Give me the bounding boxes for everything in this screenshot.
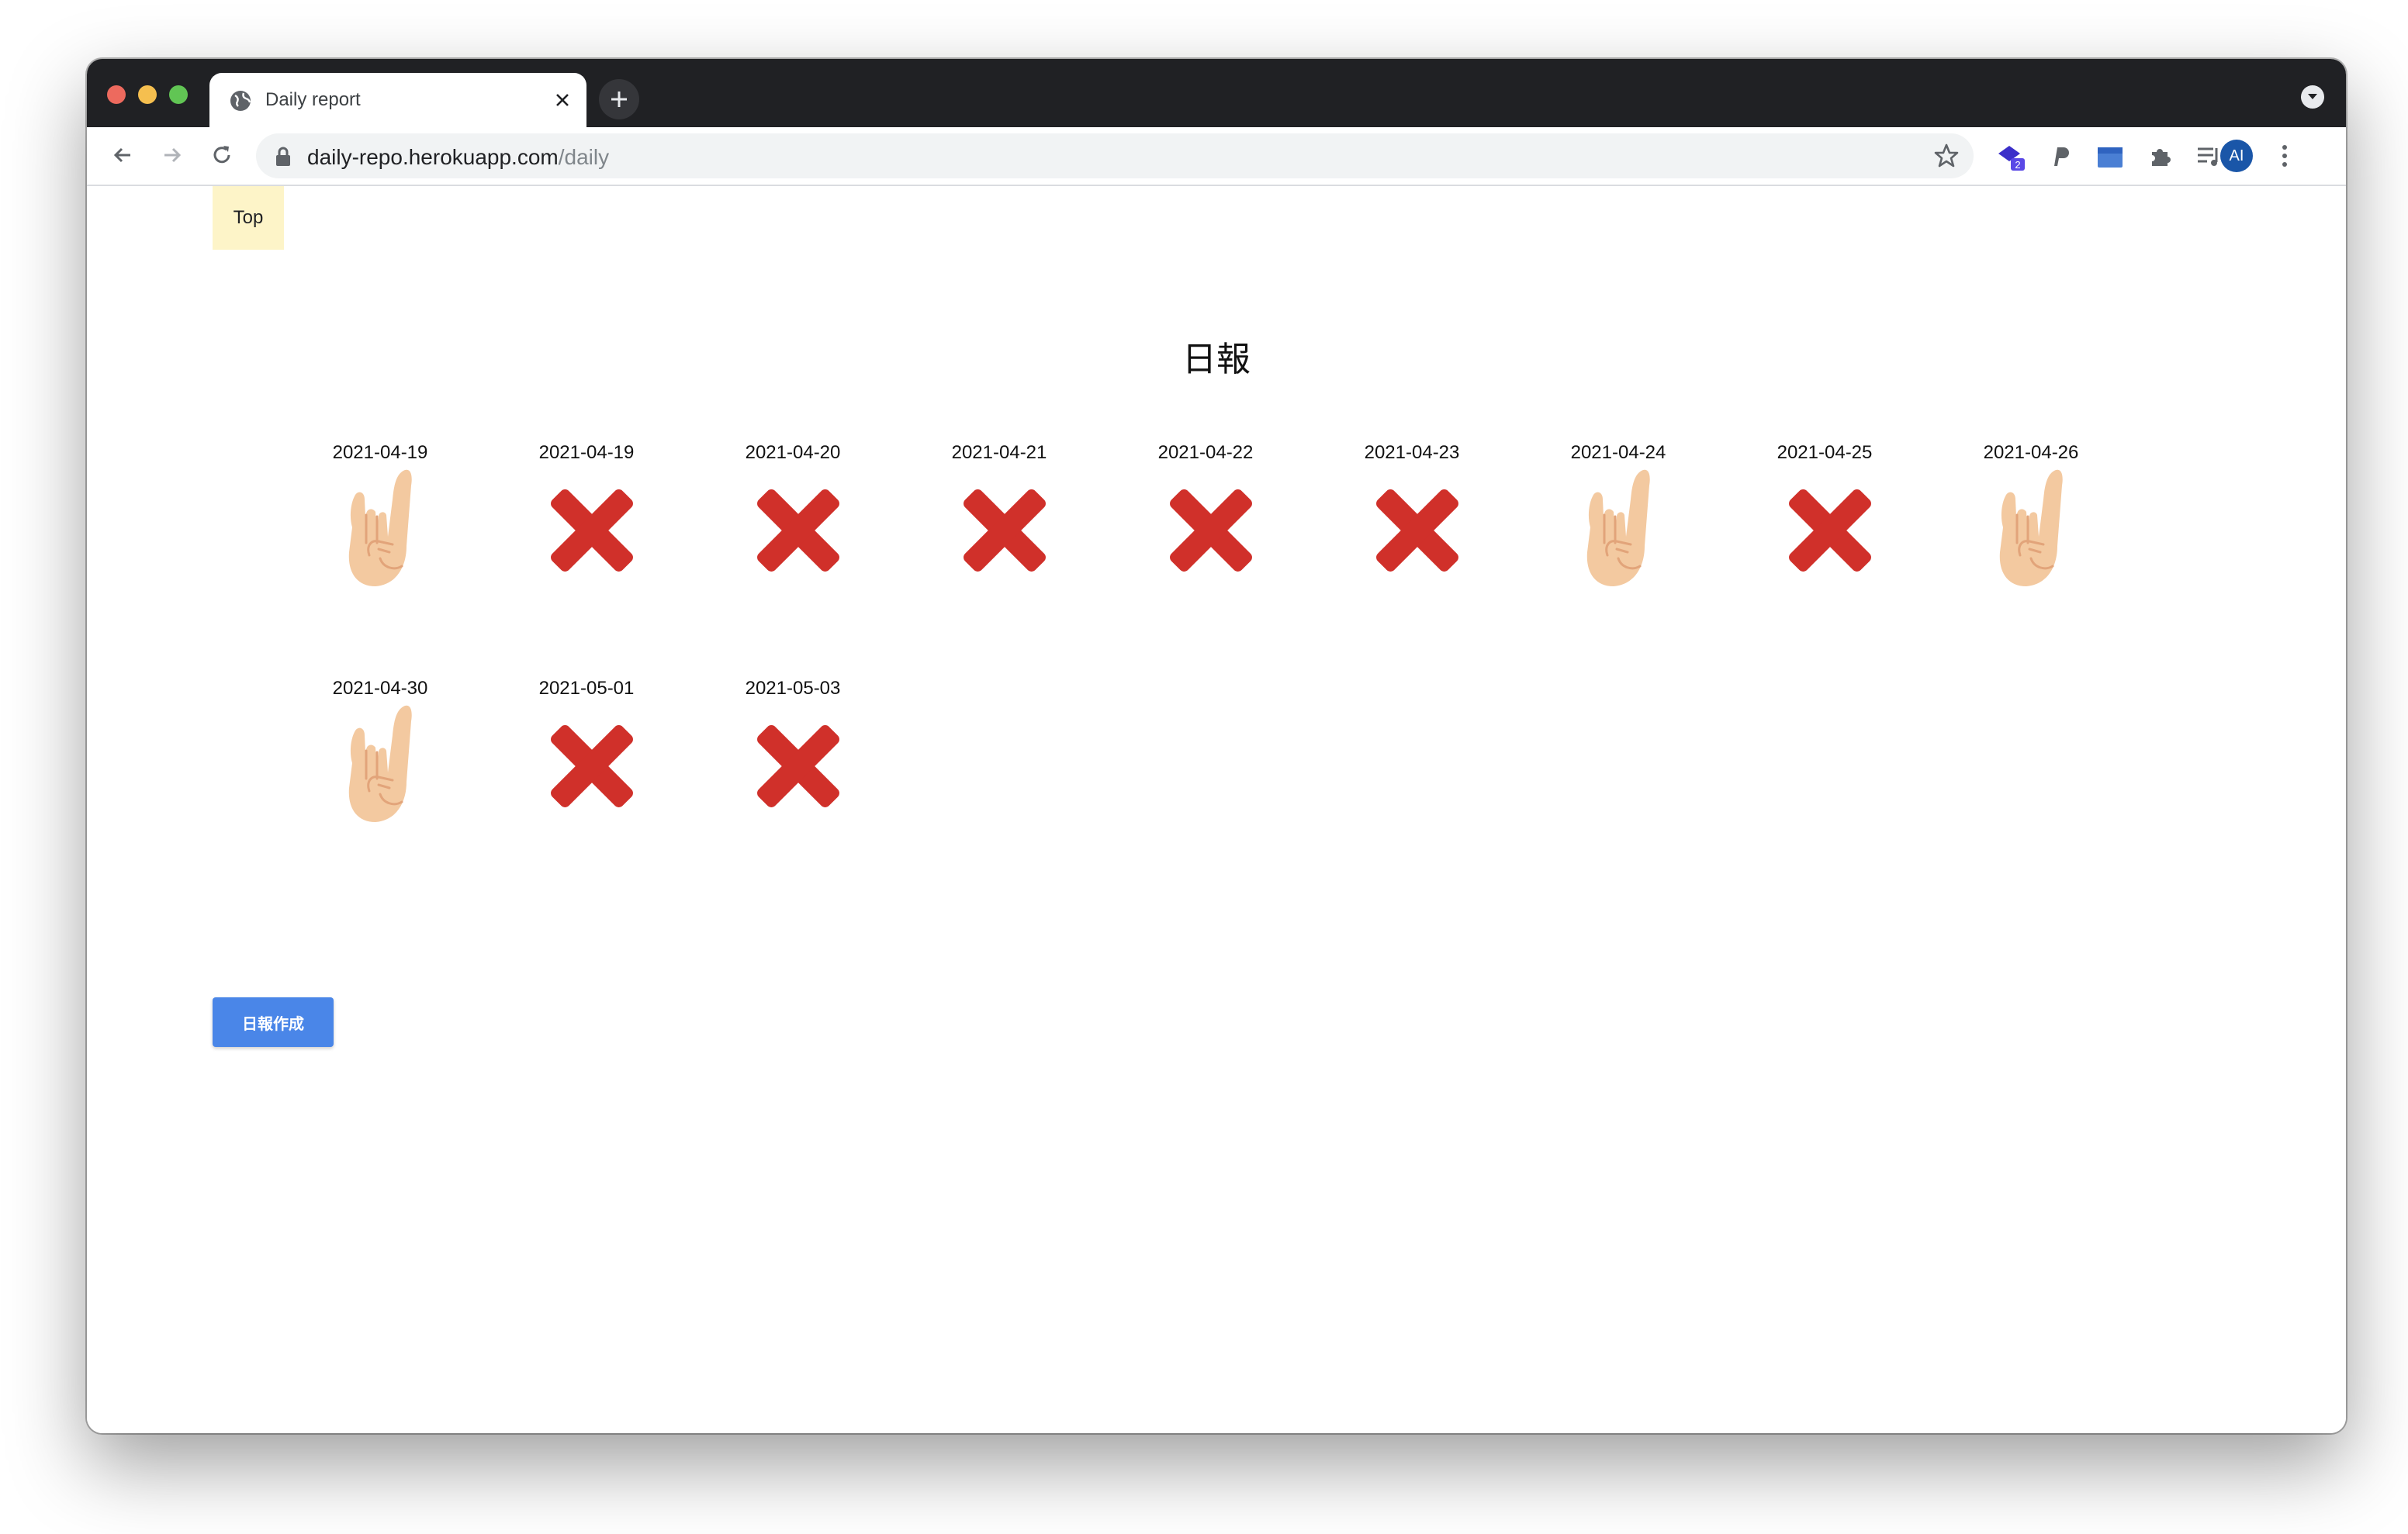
report-item[interactable]: 2021-04-26 — [1970, 442, 2177, 647]
chevron-down-icon[interactable] — [2301, 85, 2324, 109]
window-extension-icon[interactable] — [2095, 141, 2126, 172]
puzzle-icon[interactable] — [2144, 141, 2175, 172]
report-item[interactable]: 2021-05-01 — [526, 678, 732, 883]
back-icon[interactable] — [106, 138, 140, 172]
report-date: 2021-05-03 — [745, 678, 841, 699]
rock-on-hand-icon — [348, 469, 412, 586]
browser-toolbar: daily-repo.herokuapp.com/daily 2 AI — [87, 127, 2346, 186]
globe-icon — [230, 91, 251, 111]
forward-icon[interactable] — [155, 138, 189, 172]
minimize-window-button[interactable] — [138, 85, 157, 104]
report-date: 2021-04-21 — [951, 442, 1047, 463]
url-text: daily-repo.herokuapp.com/daily — [307, 145, 609, 170]
report-item[interactable]: 2021-04-30 — [320, 678, 526, 883]
report-date: 2021-04-19 — [538, 442, 635, 463]
report-date: 2021-05-01 — [538, 678, 635, 699]
rock-on-hand-icon — [1999, 469, 2063, 586]
cross-mark-icon — [757, 725, 839, 807]
report-date: 2021-04-20 — [745, 442, 841, 463]
cross-mark-icon — [1170, 489, 1252, 572]
report-item[interactable]: 2021-05-03 — [732, 678, 939, 883]
report-item[interactable]: 2021-04-20 — [732, 442, 939, 647]
report-date: 2021-04-24 — [1570, 442, 1666, 463]
page-content: Top 日報 2021-04-19 2021-04-19 2021-04-20 … — [87, 186, 2346, 1433]
report-item[interactable]: 2021-04-22 — [1145, 442, 1351, 647]
report-date: 2021-04-22 — [1157, 442, 1254, 463]
create-report-button[interactable]: 日報作成 — [213, 997, 334, 1047]
star-icon[interactable] — [1933, 143, 1960, 169]
url-host: daily-repo.herokuapp.com — [307, 145, 559, 169]
extension-icon[interactable]: 2 — [1995, 141, 2026, 172]
report-date: 2021-04-26 — [1983, 442, 2079, 463]
report-date: 2021-04-19 — [332, 442, 428, 463]
url-path: /daily — [558, 145, 610, 169]
cross-mark-icon — [1789, 489, 1871, 572]
report-grid: 2021-04-19 2021-04-19 2021-04-20 2021-04… — [320, 442, 2181, 883]
tab-title: Daily report — [265, 89, 361, 110]
cross-mark-icon — [551, 489, 633, 572]
avatar[interactable]: AI — [2220, 140, 2253, 172]
tab-daily-report[interactable]: Daily report — [209, 73, 586, 127]
cross-mark-icon — [757, 489, 839, 572]
reload-icon[interactable] — [205, 138, 239, 172]
cross-mark-icon — [1376, 489, 1458, 572]
report-date: 2021-04-23 — [1364, 442, 1460, 463]
report-item[interactable]: 2021-04-21 — [939, 442, 1145, 647]
report-item[interactable]: 2021-04-25 — [1764, 442, 1970, 647]
close-icon[interactable] — [551, 88, 574, 112]
rock-on-hand-icon — [348, 705, 412, 822]
report-date: 2021-04-25 — [1777, 442, 1873, 463]
more-icon[interactable] — [2273, 140, 2296, 172]
extension-badge: 2 — [2015, 159, 2020, 171]
plus-icon[interactable] — [599, 79, 639, 119]
top-link[interactable]: Top — [213, 186, 284, 250]
report-item[interactable]: 2021-04-23 — [1351, 442, 1558, 647]
browser-window: Daily report daily-repo.herokuapp.com/da… — [87, 59, 2346, 1433]
cross-mark-icon — [551, 725, 633, 807]
tab-strip: Daily report — [87, 59, 2346, 127]
report-date: 2021-04-30 — [332, 678, 428, 699]
cross-mark-icon — [964, 489, 1046, 572]
report-item[interactable]: 2021-04-24 — [1558, 442, 1764, 647]
report-item[interactable]: 2021-04-19 — [320, 442, 526, 647]
p-extension-icon[interactable] — [2045, 141, 2076, 172]
address-bar[interactable]: daily-repo.herokuapp.com/daily — [256, 133, 1974, 178]
zoom-window-button[interactable] — [169, 85, 188, 104]
report-item[interactable]: 2021-04-19 — [526, 442, 732, 647]
page-title: 日報 — [1182, 340, 1251, 378]
lock-icon[interactable] — [273, 146, 293, 168]
close-window-button[interactable] — [107, 85, 126, 104]
rock-on-hand-icon — [1586, 469, 1650, 586]
